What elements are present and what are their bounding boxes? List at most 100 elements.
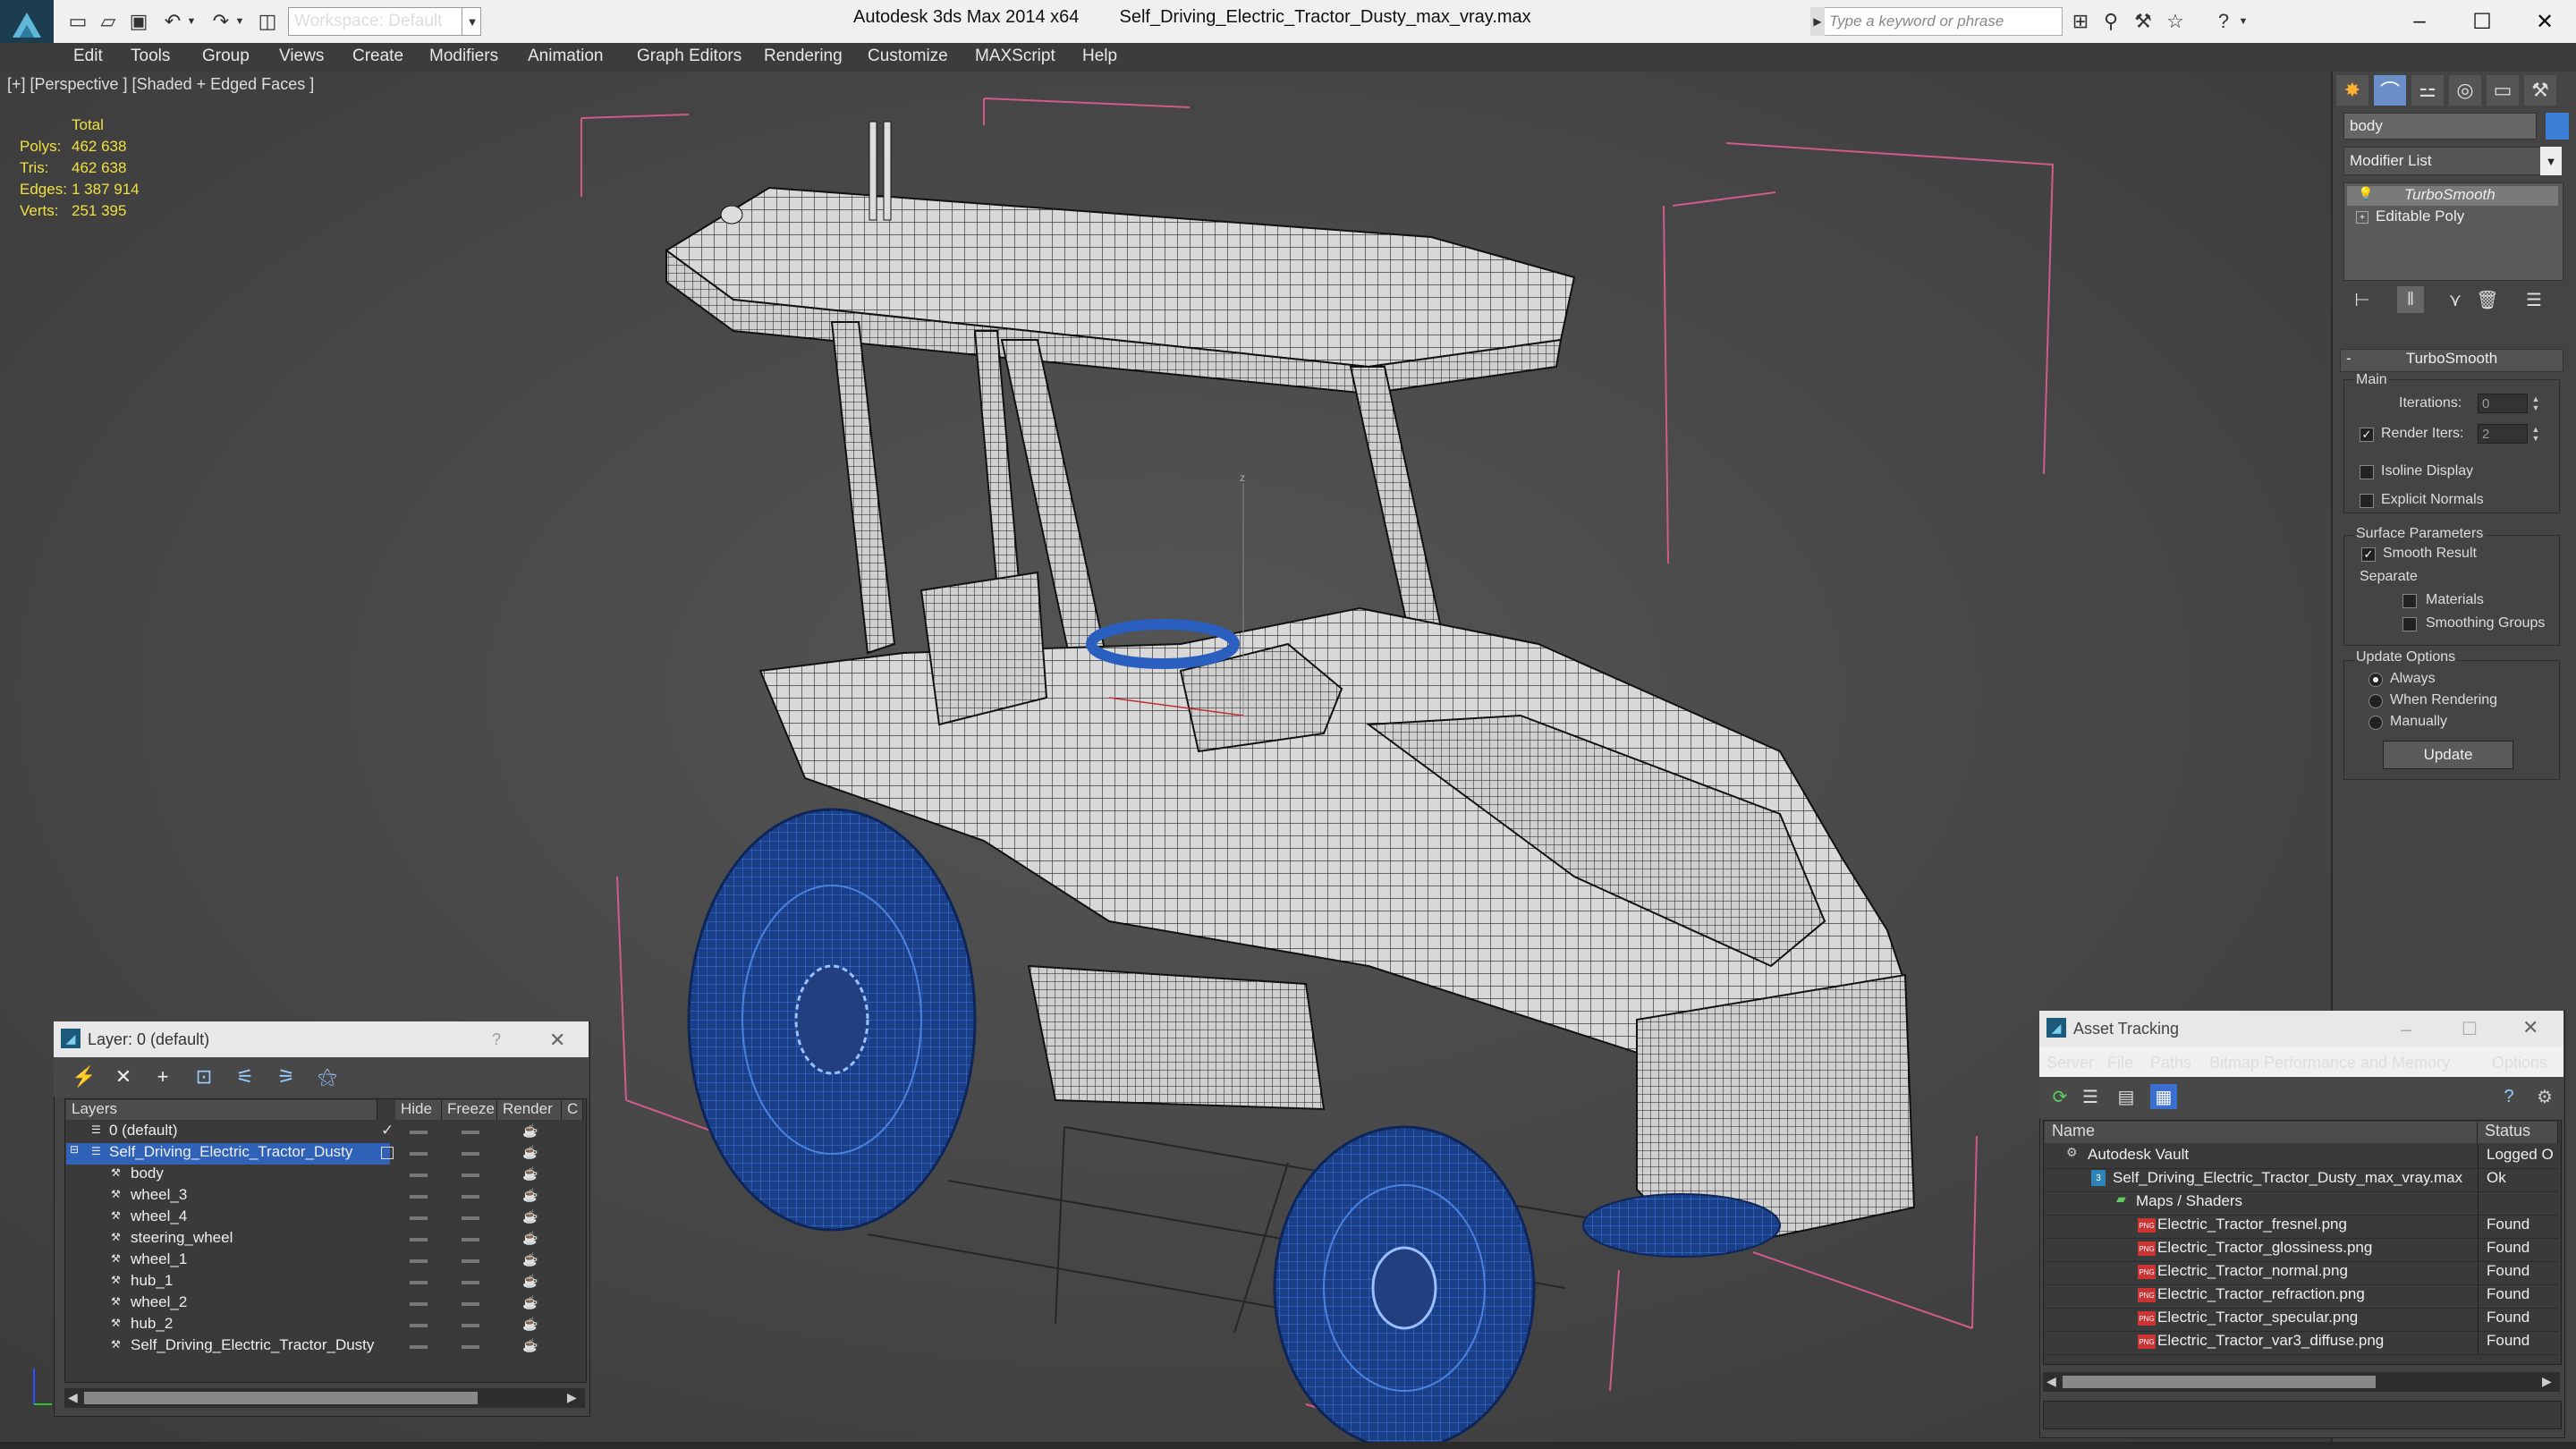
display-tab-icon[interactable]: ▭ [2487,75,2519,106]
search-input[interactable]: Type a keyword or phrase [1810,7,2063,36]
layer-row[interactable]: ☰ 0 (default) ✓ [66,1122,585,1143]
refresh-icon[interactable]: ⟳ [2046,1084,2073,1109]
render-iters-spinner[interactable]: 2 [2478,424,2528,444]
hide-toggle[interactable] [410,1195,428,1199]
remove-modifier-icon[interactable]: 🗑 [2474,286,2501,313]
hide-toggle[interactable] [410,1216,428,1220]
freeze-toggle[interactable] [462,1152,479,1156]
add-to-layer-icon[interactable]: + [148,1064,177,1089]
render-teapot-icon[interactable]: ☕ [522,1231,538,1246]
motion-tab-icon[interactable]: ◎ [2449,75,2481,106]
spinner-arrows-icon[interactable]: ▲ ▼ [2529,394,2542,413]
spinner-arrows-icon[interactable]: ▲ ▼ [2529,424,2542,444]
configure-sets-icon[interactable]: ☰ [2521,286,2547,313]
object-name-field[interactable]: body [2343,113,2537,140]
freeze-all-icon[interactable]: ⚝ [313,1064,342,1089]
close-icon[interactable]: ✕ [2515,4,2574,39]
current-layer-check[interactable]: ✓ [381,1122,394,1140]
favorites-star-icon[interactable]: ☆ [2163,9,2188,34]
always-radio[interactable] [2368,673,2383,687]
menu-views[interactable]: Views [279,47,324,66]
materials-checkbox[interactable] [2402,594,2417,608]
pin-stack-icon[interactable]: ⊢ [2349,286,2376,313]
smooth-result-checkbox[interactable]: ✓ [2361,547,2376,562]
table-view-icon[interactable]: ▦ [2150,1084,2177,1109]
minimize-icon[interactable]: – [2390,4,2449,39]
asset-row[interactable]: PNG Electric_Tractor_normal.png Found [2045,1261,2558,1285]
scroll-left-icon[interactable]: ◀ [2046,1374,2056,1389]
explicit-normals-checkbox[interactable] [2360,494,2374,508]
column-render[interactable]: Render [497,1100,562,1120]
maximize-icon[interactable]: ☐ [2453,4,2512,39]
redo-dropdown-icon[interactable]: ▼ [233,9,247,34]
iterations-spinner[interactable]: 0 [2478,394,2528,413]
communication-icon[interactable]: ⚲ [2098,9,2123,34]
asset-row[interactable]: PNG Electric_Tractor_glossiness.png Foun… [2045,1238,2558,1262]
freeze-toggle[interactable] [462,1259,479,1263]
stack-item-turbosmooth[interactable]: TurboSmooth [2404,186,2496,204]
modify-tab-icon[interactable]: ⌒ [2374,75,2406,106]
render-teapot-icon[interactable]: ☕ [522,1317,538,1332]
show-end-result-icon[interactable]: ‖ [2397,286,2424,313]
freeze-toggle[interactable] [462,1238,479,1241]
asset-row[interactable]: ▰ Maps / Shaders [2045,1191,2558,1216]
list-view-icon[interactable]: ☰ [2077,1084,2104,1109]
render-iters-checkbox[interactable]: ✓ [2360,428,2374,442]
menu-customize[interactable]: Customize [868,47,948,66]
search-expand-icon[interactable]: ▶ [1810,7,1825,36]
update-button[interactable]: Update [2383,741,2513,769]
utilities-tab-icon[interactable]: ⚒ [2524,75,2556,106]
scroll-left-icon[interactable]: ◀ [68,1390,78,1405]
make-unique-icon[interactable]: ⋎ [2442,286,2469,313]
column-status[interactable]: Status [2478,1122,2558,1143]
freeze-toggle[interactable] [462,1345,479,1349]
asset-row[interactable]: ⚙ Autodesk Vault Logged O [2045,1145,2558,1169]
hierarchy-tab-icon[interactable]: ⚍ [2411,75,2444,106]
close-icon[interactable]: ✕ [2522,1016,2538,1039]
hide-toggle[interactable] [410,1302,428,1306]
hide-toggle[interactable] [410,1238,428,1241]
column-name[interactable]: Name [2045,1122,2478,1143]
highlight-layer-icon[interactable]: ⚟ [231,1064,259,1089]
new-file-icon[interactable]: ▭ [64,9,91,34]
render-teapot-icon[interactable]: ☕ [522,1209,538,1224]
asset-menu-file[interactable]: File [2107,1054,2133,1072]
modifier-list-dropdown[interactable]: Modifier List [2343,147,2562,175]
layer-object-row[interactable]: ⚒ body [66,1165,388,1186]
render-teapot-icon[interactable]: ☕ [522,1188,538,1203]
close-icon[interactable]: ✕ [549,1029,565,1052]
menu-rendering[interactable]: Rendering [764,47,843,66]
menu-graph-editors[interactable]: Graph Editors [637,47,741,66]
render-teapot-icon[interactable]: ☕ [522,1274,538,1289]
menu-create[interactable]: Create [352,47,403,66]
lightbulb-icon[interactable]: 💡 [2358,186,2373,201]
layer-row-selected[interactable]: ⊟ ☰ Self_Driving_Electric_Tractor_Dusty [66,1143,390,1165]
hide-toggle[interactable] [410,1324,428,1327]
menu-animation[interactable]: Animation [528,47,604,66]
freeze-toggle[interactable] [462,1195,479,1199]
chevron-down-icon[interactable]: ▼ [2540,147,2562,175]
menu-modifiers[interactable]: Modifiers [429,47,498,66]
thumbnail-view-icon[interactable]: ▤ [2113,1084,2140,1109]
asset-row[interactable]: 3 Self_Driving_Electric_Tractor_Dusty_ma… [2045,1168,2558,1192]
asset-row[interactable]: PNG Electric_Tractor_var3_diffuse.png Fo… [2045,1331,2558,1355]
render-teapot-icon[interactable]: ☕ [522,1295,538,1310]
expand-plus-icon[interactable]: + [2356,211,2368,224]
smoothing-groups-checkbox[interactable] [2402,617,2417,631]
layer-object-row[interactable]: ⚒ Self_Driving_Electric_Tractor_Dusty [66,1336,388,1358]
current-layer-checkbox[interactable] [381,1147,394,1159]
maximize-icon[interactable]: ☐ [2462,1018,2478,1040]
when-rendering-radio[interactable] [2368,694,2383,708]
render-teapot-icon[interactable]: ☕ [522,1145,538,1160]
column-hide[interactable]: Hide [395,1100,442,1120]
menu-edit[interactable]: Edit [73,47,103,66]
layer-object-row[interactable]: ⚒ wheel_4 [66,1208,388,1229]
settings-icon[interactable]: ⚙ [2531,1084,2558,1109]
freeze-toggle[interactable] [462,1324,479,1327]
delete-layer-icon[interactable]: ✕ [109,1064,138,1089]
collapse-icon[interactable]: ⊟ [70,1143,79,1156]
asset-row[interactable]: PNG Electric_Tractor_refraction.png Foun… [2045,1284,2558,1309]
save-file-icon[interactable]: ▣ [125,9,152,34]
create-tab-icon[interactable]: ✸ [2336,75,2368,106]
project-folder-icon[interactable]: ◫ [254,9,281,34]
